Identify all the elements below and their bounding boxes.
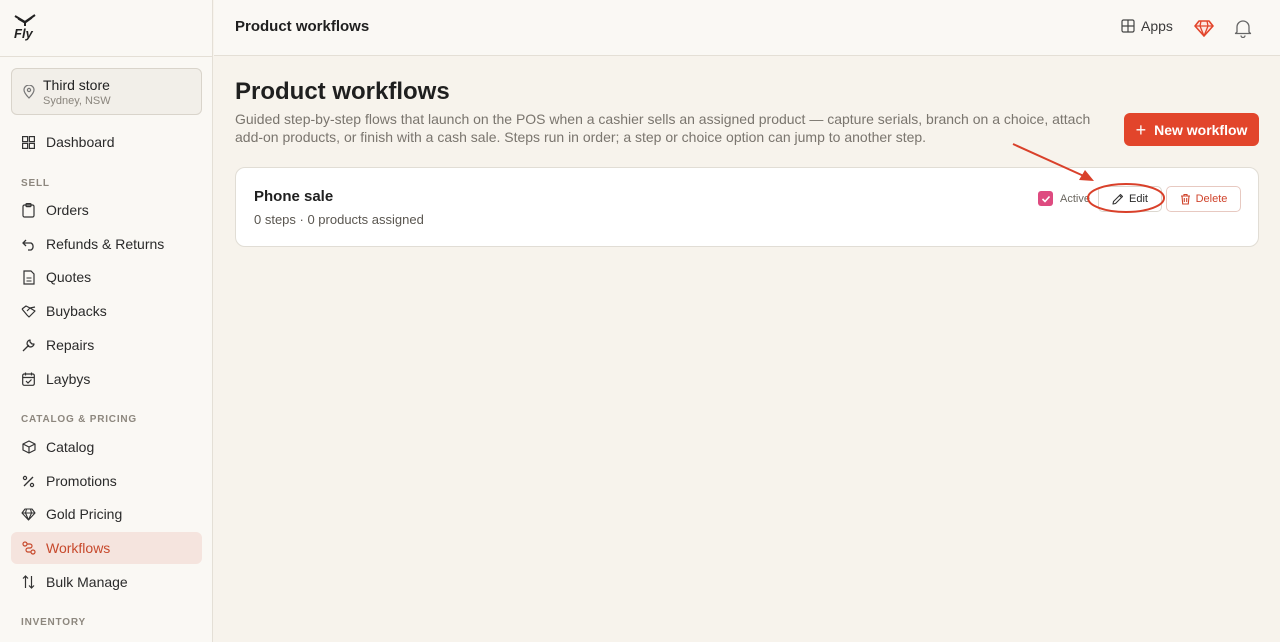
bell-icon[interactable]: [1234, 18, 1252, 38]
sidebar-item-buybacks[interactable]: Buybacks: [11, 295, 202, 327]
sidebar-item-label: Bulk Manage: [46, 574, 128, 590]
plus-icon: +: [1135, 119, 1147, 140]
topbar-title: Product workflows: [235, 18, 370, 35]
page-title: Product workflows: [235, 78, 450, 105]
sidebar-item-quotes[interactable]: Quotes: [11, 261, 202, 293]
gem-icon: [21, 507, 36, 522]
sidebar-item-gold-pricing[interactable]: Gold Pricing: [11, 498, 202, 530]
apps-label: Apps: [1141, 18, 1173, 34]
sidebar-item-label: Workflows: [46, 540, 111, 556]
checkmark-icon: [1041, 195, 1050, 203]
sidebar-item-workflows[interactable]: Workflows: [11, 532, 202, 564]
section-sell: SELL: [21, 178, 50, 189]
document-icon: [21, 269, 36, 285]
active-toggle[interactable]: Active: [1038, 191, 1090, 206]
new-workflow-button[interactable]: + New workflow: [1124, 113, 1259, 146]
sidebar-item-orders[interactable]: Orders: [11, 194, 202, 226]
sidebar-item-label: Repairs: [46, 337, 95, 353]
gem-icon[interactable]: [1194, 18, 1214, 38]
package-icon: [21, 440, 36, 455]
grid-icon: [1121, 19, 1135, 33]
workflow-name: Phone sale: [254, 188, 334, 205]
workflow-card: Phone sale 0 steps · 0 products assigned…: [235, 167, 1259, 247]
topbar: Product workflows Apps: [214, 0, 1280, 56]
sidebar-item-label: Orders: [46, 202, 89, 218]
dashboard-icon: [21, 135, 36, 150]
delete-button[interactable]: Delete: [1166, 186, 1241, 212]
sidebar: Fly Third store Sydney, NSW Dashboard SE…: [0, 0, 213, 642]
sidebar-item-label: Catalog: [46, 439, 95, 455]
undo-icon: [21, 237, 36, 252]
wrench-icon: [21, 338, 36, 353]
sidebar-item-refunds-returns[interactable]: Refunds & Returns: [11, 228, 202, 260]
sort-arrows-icon: [21, 575, 36, 590]
location-pin-icon: [23, 85, 35, 99]
sidebar-item-dashboard[interactable]: Dashboard: [11, 126, 202, 158]
store-selector[interactable]: Third store Sydney, NSW: [11, 68, 202, 115]
sidebar-item-label: Quotes: [46, 269, 92, 285]
store-location: Sydney, NSW: [43, 95, 111, 107]
sidebar-divider: [0, 56, 213, 57]
apps-button[interactable]: Apps: [1121, 18, 1173, 34]
sidebar-item-label: Gold Pricing: [46, 506, 123, 522]
delete-label: Delete: [1195, 193, 1228, 205]
active-label: Active: [1060, 192, 1090, 205]
sidebar-item-catalog[interactable]: Catalog: [11, 431, 202, 463]
logo-text: Fly: [14, 26, 33, 41]
sidebar-item-label: Promotions: [46, 473, 117, 489]
handshake-icon: [21, 304, 36, 319]
sidebar-item-repairs[interactable]: Repairs: [11, 329, 202, 361]
sidebar-item-label: Buybacks: [46, 303, 107, 319]
store-name: Third store: [43, 77, 110, 93]
sidebar-item-bulk-manage[interactable]: Bulk Manage: [11, 566, 202, 598]
page-description: Guided step-by-step flows that launch on…: [235, 111, 1091, 145]
clipboard-icon: [21, 202, 36, 218]
pencil-icon: [1112, 193, 1124, 205]
active-checkbox[interactable]: [1038, 191, 1053, 206]
edit-button[interactable]: Edit: [1098, 186, 1162, 212]
new-workflow-label: New workflow: [1154, 121, 1248, 138]
workflow-meta: 0 steps · 0 products assigned: [254, 212, 424, 227]
trash-icon: [1180, 193, 1190, 205]
section-catalog-pricing: CATALOG & PRICING: [21, 414, 138, 425]
calendar-icon: [21, 372, 36, 387]
percent-icon: [21, 474, 36, 489]
sidebar-item-laybys[interactable]: Laybys: [11, 363, 202, 395]
sidebar-item-label: Laybys: [46, 371, 91, 387]
edit-label: Edit: [1129, 193, 1148, 205]
sidebar-item-label: Refunds & Returns: [46, 236, 165, 252]
workflow-icon: [21, 541, 36, 556]
sidebar-item-promotions[interactable]: Promotions: [11, 465, 202, 497]
section-inventory: INVENTORY: [21, 617, 86, 628]
sidebar-item-label: Dashboard: [46, 134, 115, 150]
